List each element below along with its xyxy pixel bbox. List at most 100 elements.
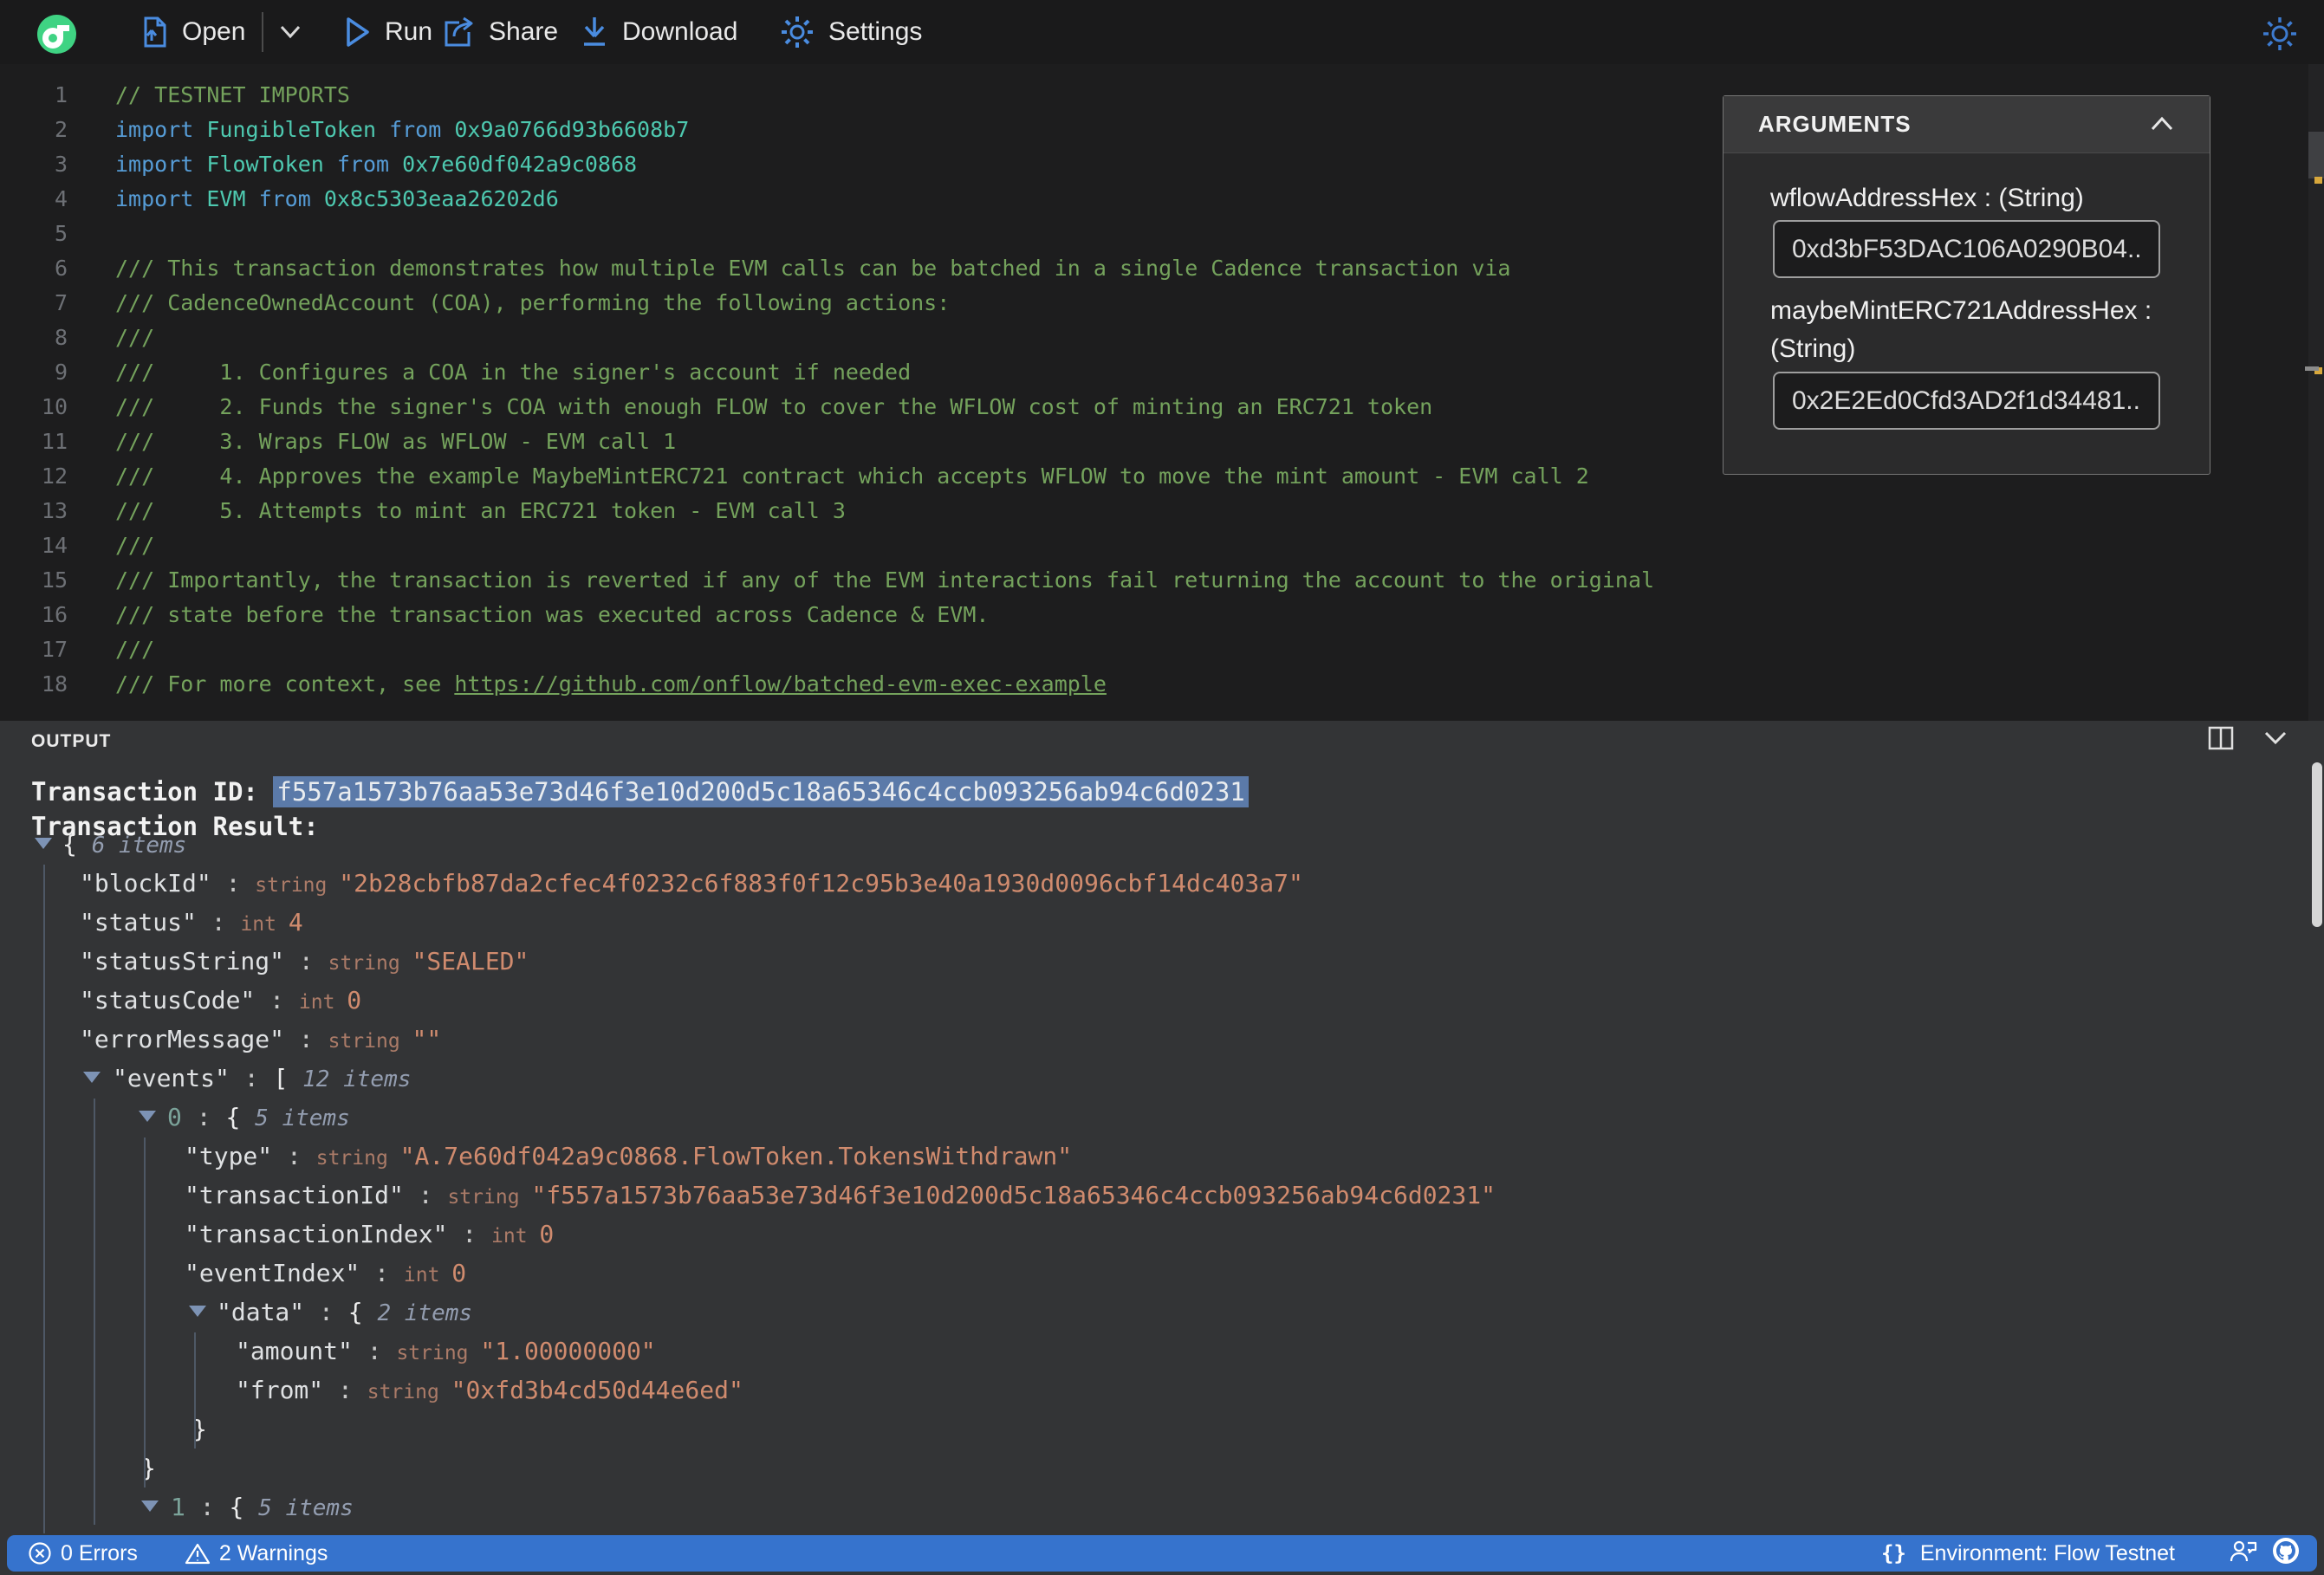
code-token: 0x8c5303eaa26202d6 xyxy=(323,186,559,211)
warning-triangle-icon xyxy=(185,1543,211,1564)
json-token: int xyxy=(403,1264,452,1287)
code-token: import xyxy=(115,186,207,211)
warnings-status[interactable]: 2 Warnings xyxy=(185,1541,328,1566)
code-line[interactable]: 17 /// xyxy=(0,632,2288,667)
share-button[interactable]: Share xyxy=(442,0,558,64)
code-token: FungibleToken xyxy=(206,117,390,142)
code-line[interactable]: 15 /// Importantly, the transaction is re… xyxy=(0,563,2288,598)
flow-logo[interactable] xyxy=(37,15,76,54)
json-token: "statusString" xyxy=(80,947,285,975)
theme-toggle-button[interactable] xyxy=(2262,16,2298,56)
json-token: int xyxy=(240,913,289,936)
code-line[interactable]: 18 /// For more context, see https://gith… xyxy=(0,667,2288,702)
download-button[interactable]: Download xyxy=(581,0,737,64)
settings-button[interactable]: Settings xyxy=(780,0,922,64)
argument-input-maybeMintERC721AddressHex[interactable] xyxy=(1773,372,2160,430)
warnings-count: 2 Warnings xyxy=(218,1540,328,1565)
expand-triangle-icon[interactable] xyxy=(35,838,52,849)
editor-scrollbar[interactable] xyxy=(2305,64,2324,721)
run-button[interactable]: Run xyxy=(345,0,432,64)
expand-triangle-icon[interactable] xyxy=(83,1072,101,1083)
braces-icon: {} xyxy=(1880,1541,1906,1565)
code-token: // TESTNET IMPORTS xyxy=(115,82,350,107)
json-token: "eventIndex" xyxy=(185,1259,360,1287)
open-dropdown-button[interactable] xyxy=(279,0,302,64)
json-token: "A.7e60df042a9c0868.FlowToken.TokensWith… xyxy=(399,1142,1073,1170)
json-token: : xyxy=(284,947,328,975)
chevron-down-icon xyxy=(280,25,301,39)
line-number: 8 xyxy=(54,325,68,350)
errors-count: 0 Errors xyxy=(61,1540,138,1565)
line-number: 16 xyxy=(41,602,68,627)
expand-triangle-icon[interactable] xyxy=(189,1306,206,1317)
json-tree-row: "events" : [ 12 items xyxy=(0,1059,2298,1098)
code-token: 0x7e60df042a9c0868 xyxy=(402,152,638,177)
json-token: "f557a1573b76aa53e73d46f3e10d200d5c18a65… xyxy=(531,1181,1496,1209)
settings-button-label: Settings xyxy=(828,17,923,46)
arguments-header[interactable]: ARGUMENTS xyxy=(1724,96,2210,153)
error-circle-icon xyxy=(29,1542,51,1565)
indent-guide xyxy=(144,1138,146,1488)
line-number: 1 xyxy=(54,82,68,107)
json-token: string xyxy=(315,1147,400,1170)
line-number: 7 xyxy=(54,290,68,315)
output-scrollbar-thumb[interactable] xyxy=(2312,762,2322,927)
indent-guide xyxy=(94,1099,95,1525)
json-tree-row: "transactionIndex" : int 0 xyxy=(0,1215,2298,1254)
errors-status[interactable]: 0 Errors xyxy=(28,1541,138,1566)
json-token: "type" xyxy=(185,1142,273,1170)
json-tree-row: "type" : string "A.7e60df042a9c0868.Flow… xyxy=(0,1137,2298,1176)
argument-label-maybeMintERC721AddressHex: maybeMintERC721AddressHex : (String) xyxy=(1770,296,2152,363)
code-token: /// This transaction demonstrates how mu… xyxy=(115,256,1511,281)
json-tree-row: "statusCode" : int 0 xyxy=(0,981,2298,1020)
json-tree-row: { 6 items xyxy=(0,825,2298,864)
json-tree-row: "transactionId" : string "f557a1573b76aa… xyxy=(0,1176,2298,1215)
github-icon[interactable] xyxy=(2272,1537,2300,1571)
expand-triangle-icon[interactable] xyxy=(141,1500,159,1512)
json-token: 4 xyxy=(288,908,303,937)
json-token: 12 items xyxy=(302,1066,412,1092)
code-line[interactable]: 16 /// state before the transaction was e… xyxy=(0,598,2288,632)
json-token: 0 xyxy=(167,1103,182,1131)
line-number: 11 xyxy=(41,429,68,454)
code-line[interactable]: 13 /// 5. Attempts to mint an ERC721 toke… xyxy=(0,494,2288,528)
json-token: : xyxy=(272,1142,316,1170)
json-tree-row: } xyxy=(0,1410,2298,1449)
expand-triangle-icon[interactable] xyxy=(139,1111,156,1122)
chevron-up-icon[interactable] xyxy=(2149,115,2175,137)
json-token: "transactionIndex" xyxy=(185,1220,448,1248)
json-token: : xyxy=(185,1493,230,1521)
json-token: : xyxy=(447,1220,492,1248)
line-number: 10 xyxy=(41,394,68,419)
json-tree-row: "errorMessage" : string "" xyxy=(0,1020,2298,1059)
json-tree-row: "data" : { 2 items xyxy=(0,1293,2298,1332)
warning-marker xyxy=(2314,177,2322,184)
code-token: /// 5. Attempts to mint an ERC721 token … xyxy=(115,498,846,523)
feedback-person-icon[interactable] xyxy=(2229,1538,2258,1570)
code-token: /// For more context, see xyxy=(115,671,455,697)
editor-scrollbar-thumb[interactable] xyxy=(2308,132,2324,178)
json-token: string xyxy=(367,1381,451,1403)
json-token: 6 items xyxy=(91,833,187,859)
arguments-panel: ARGUMENTS wflowAddressHex : (String) may… xyxy=(1723,95,2210,475)
json-tree-row: "eventIndex" : int 0 xyxy=(0,1254,2298,1293)
json-token: : xyxy=(229,1064,274,1092)
json-token: string xyxy=(396,1342,481,1364)
json-token: "transactionId" xyxy=(185,1181,404,1209)
code-token: /// 4. Approves the example MaybeMintERC… xyxy=(115,463,1589,489)
code-line[interactable]: 14 /// xyxy=(0,528,2288,563)
argument-label-wflowAddressHex: wflowAddressHex : (String) xyxy=(1770,184,2084,212)
download-icon xyxy=(581,15,608,49)
code-token: /// Importantly, the transaction is reve… xyxy=(115,567,1655,593)
code-link[interactable]: https://github.com/onflow/batched-evm-ex… xyxy=(454,671,1107,697)
open-button[interactable]: Open xyxy=(139,0,245,64)
environment-status[interactable]: Environment: Flow Testnet xyxy=(1920,1541,2175,1566)
json-token: 0 xyxy=(451,1259,467,1287)
scroll-marker xyxy=(2305,366,2319,371)
code-token: import xyxy=(115,117,207,142)
argument-input-wflowAddressHex[interactable] xyxy=(1773,220,2160,278)
json-token: 5 items xyxy=(258,1495,354,1521)
json-token: : xyxy=(304,1298,348,1326)
json-token: "1.00000000" xyxy=(480,1337,656,1365)
json-token: 0 xyxy=(347,986,362,1014)
